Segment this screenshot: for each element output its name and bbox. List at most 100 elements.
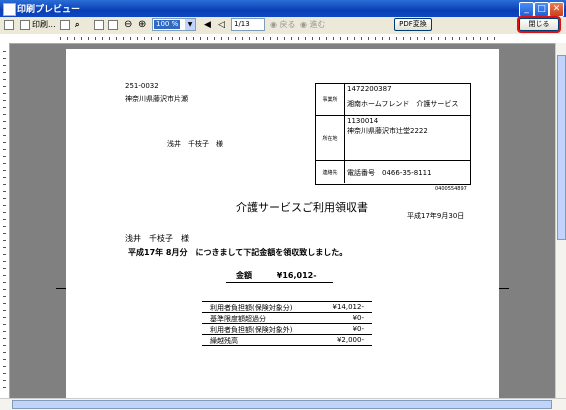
horizontal-scroll-thumb[interactable]	[12, 400, 552, 409]
row-value: ¥14,012-	[332, 303, 364, 311]
window-title: 印刷プレビュー	[17, 5, 81, 15]
ruler-tick	[221, 37, 222, 40]
ruler-tick	[354, 37, 355, 40]
ruler-tick	[3, 114, 6, 115]
receipt-page: 251-0032 神奈川県藤沢市片瀬 浅井 千枝子 様 事業所 14722003…	[66, 49, 499, 398]
ruler-tick	[291, 37, 292, 40]
vertical-scrollbar[interactable]	[555, 43, 566, 398]
binoculars-icon[interactable]: ⌕	[75, 19, 79, 31]
ruler-tick	[3, 79, 6, 80]
pdf-convert-button[interactable]: PDF変換	[394, 18, 432, 31]
single-page-icon[interactable]	[94, 20, 104, 30]
ruler-tick	[361, 37, 362, 40]
breakdown-table: 利用者負担額(保険対象分) ¥14,012- 基準限度額超過分 ¥0- 利用者負…	[202, 301, 372, 346]
printer-icon[interactable]	[20, 20, 30, 30]
ruler-tick	[3, 352, 6, 353]
maximize-button[interactable]: □	[534, 2, 549, 17]
ruler-tick	[67, 37, 68, 40]
ruler-tick	[396, 37, 397, 40]
ruler-tick	[3, 107, 6, 108]
ruler-tick	[438, 37, 439, 40]
ruler-tick	[116, 37, 117, 40]
customer-name: 浅井 千枝子 様	[125, 234, 189, 243]
zoom-in-icon[interactable]: ⊕	[138, 19, 146, 31]
ruler-tick	[3, 275, 6, 276]
forward-button[interactable]: ◉ 進む	[300, 19, 326, 31]
ruler-tick	[60, 37, 61, 40]
ruler-tick	[130, 37, 131, 40]
previous-page-icon[interactable]: ◁	[218, 19, 225, 31]
vertical-scroll-thumb[interactable]	[557, 55, 566, 240]
ruler-tick	[81, 37, 82, 40]
copy-icon[interactable]	[60, 20, 70, 30]
ruler-tick	[3, 177, 6, 178]
table-row: 基準限度額超過分 ¥0-	[202, 313, 372, 324]
table-row: 利用者負担額(保険対象外) ¥0-	[202, 324, 372, 335]
close-button[interactable]: 閉じる	[517, 16, 561, 33]
ruler-tick	[277, 37, 278, 40]
multi-page-icon[interactable]	[108, 20, 118, 30]
document-number: 0400554897	[435, 186, 467, 192]
row-value: ¥2,000-	[336, 336, 364, 344]
page-setup-icon[interactable]	[4, 20, 14, 30]
back-label: 戻る	[279, 20, 296, 29]
back-button[interactable]: ◉ 戻る	[270, 19, 296, 31]
ruler-tick	[3, 128, 6, 129]
row-value: ¥0-	[352, 325, 364, 333]
ruler-tick	[368, 37, 369, 40]
ruler-tick	[424, 37, 425, 40]
zoom-value: 100 %	[154, 20, 181, 29]
ruler-tick	[144, 37, 145, 40]
page-number-input[interactable]: 1/13	[231, 18, 265, 31]
ruler-tick	[382, 37, 383, 40]
row-label: 繰越残高	[210, 337, 238, 345]
ruler-tick	[102, 37, 103, 40]
ruler-tick	[3, 310, 6, 311]
ruler-tick	[452, 37, 453, 40]
minimize-button[interactable]: _	[519, 2, 534, 17]
ruler-tick	[3, 303, 6, 304]
total-label: 金額	[236, 271, 252, 280]
ruler-tick	[179, 37, 180, 40]
receipt-date: 平成17年9月30日	[407, 212, 465, 220]
location-address: 神奈川県藤沢市辻堂2222	[347, 127, 428, 135]
ruler-tick	[3, 254, 6, 255]
ruler-tick	[312, 37, 313, 40]
ruler-tick	[3, 261, 6, 262]
ruler-tick	[3, 226, 6, 227]
ruler-tick	[333, 37, 334, 40]
office-info-box: 事業所 1472200387 湘南ホームフレンド 介護サービス 所在地 1130…	[315, 83, 471, 185]
ruler-tick	[473, 37, 474, 40]
ruler-tick	[3, 86, 6, 87]
location-postal: 1130014	[347, 117, 379, 125]
ruler-tick	[3, 317, 6, 318]
zoom-out-icon[interactable]: ⊖	[124, 19, 132, 31]
ruler-tick	[165, 37, 166, 40]
ruler-tick	[3, 149, 6, 150]
ruler-tick	[3, 72, 6, 73]
ruler-tick	[3, 184, 6, 185]
ruler-tick	[3, 345, 6, 346]
ruler-tick	[3, 289, 6, 290]
zoom-select[interactable]: 100 % ▼	[152, 18, 196, 31]
ruler-tick	[3, 366, 6, 367]
ruler-tick	[445, 37, 446, 40]
row-label: 基準限度額超過分	[210, 315, 266, 323]
row-label: 利用者負担額(保険対象分)	[210, 304, 293, 312]
recipient-name: 浅井 千枝子 様	[167, 140, 223, 148]
fold-mark-left	[56, 288, 66, 289]
horizontal-scrollbar[interactable]	[0, 398, 566, 410]
contact-label: 連絡先	[316, 161, 345, 183]
ruler-tick	[235, 37, 236, 40]
ruler-tick	[487, 37, 488, 40]
window-close-button[interactable]: ✕	[549, 2, 564, 17]
recipient-address: 神奈川県藤沢市片瀬	[125, 95, 188, 103]
ruler-tick	[3, 296, 6, 297]
ruler-tick	[207, 37, 208, 40]
first-page-icon[interactable]: ◀	[204, 19, 211, 31]
ruler-tick	[193, 37, 194, 40]
print-button[interactable]: 印刷...	[32, 19, 56, 31]
ruler-tick	[284, 37, 285, 40]
ruler-tick	[459, 37, 460, 40]
ruler-tick	[3, 240, 6, 241]
